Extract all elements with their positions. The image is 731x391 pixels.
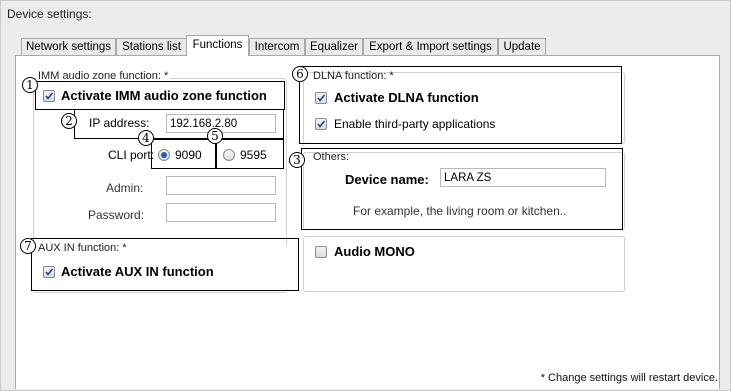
dlna-activate-label: Activate DLNA function: [334, 90, 479, 105]
aux-activate-label: Activate AUX IN function: [61, 264, 214, 279]
password-input[interactable]: [166, 203, 276, 222]
tab-network-settings[interactable]: Network settings: [21, 38, 116, 55]
tab-export-import-settings[interactable]: Export & Import settings: [363, 38, 498, 55]
tab-update[interactable]: Update: [498, 38, 546, 55]
callout-number-4: 4: [138, 130, 154, 146]
tab-intercom[interactable]: Intercom: [249, 38, 305, 55]
imm-activate-label: Activate IMM audio zone function: [61, 88, 267, 103]
cli-port-label: CLI port:: [108, 148, 155, 162]
checkmark-icon: [45, 268, 54, 276]
third-party-checkbox[interactable]: [315, 118, 327, 130]
port-9090-label: 9090: [175, 148, 202, 162]
port-9595-label: 9595: [240, 148, 267, 162]
callout-number-7: 7: [20, 238, 36, 254]
callout-number-3: 3: [289, 152, 305, 168]
port-9595-radio[interactable]: [223, 149, 235, 161]
callout-number-5: 5: [207, 128, 223, 144]
ip-address-label: IP address:: [89, 116, 150, 130]
third-party-label: Enable third-party applications: [334, 117, 496, 131]
aux-group-legend: AUX IN function: *: [38, 242, 127, 254]
callout-number-1: 1: [22, 77, 38, 93]
checkmark-icon: [317, 120, 326, 128]
admin-input[interactable]: [166, 176, 276, 195]
aux-activate-checkbox[interactable]: [43, 266, 55, 278]
others-group-legend: Others:: [313, 151, 350, 163]
tab-equalizer[interactable]: Equalizer: [305, 38, 363, 55]
imm-activate-checkbox[interactable]: [43, 90, 55, 102]
checkmark-icon: [45, 92, 54, 100]
port-9090-radio[interactable]: [158, 149, 170, 161]
device-name-input[interactable]: [440, 168, 606, 187]
audio-mono-label: Audio MONO: [334, 244, 415, 259]
tab-stations-list[interactable]: Stations list: [116, 38, 187, 55]
device-name-label: Device name:: [345, 172, 429, 187]
admin-label: Admin:: [106, 181, 144, 195]
restart-footnote: * Change settings will restart device.: [540, 372, 718, 384]
window-title: Device settings:: [7, 7, 92, 21]
device-name-hint: For example, the living room or kitchen.…: [353, 204, 567, 218]
password-label: Password:: [88, 208, 145, 222]
audio-mono-checkbox[interactable]: [315, 246, 327, 258]
checkmark-icon: [317, 94, 326, 102]
dlna-activate-checkbox[interactable]: [315, 92, 327, 104]
dlna-group-legend: DLNA function: *: [313, 70, 394, 82]
callout-number-2: 2: [61, 113, 77, 129]
tab-functions[interactable]: Functions: [186, 35, 249, 56]
callout-number-6: 6: [292, 66, 308, 82]
